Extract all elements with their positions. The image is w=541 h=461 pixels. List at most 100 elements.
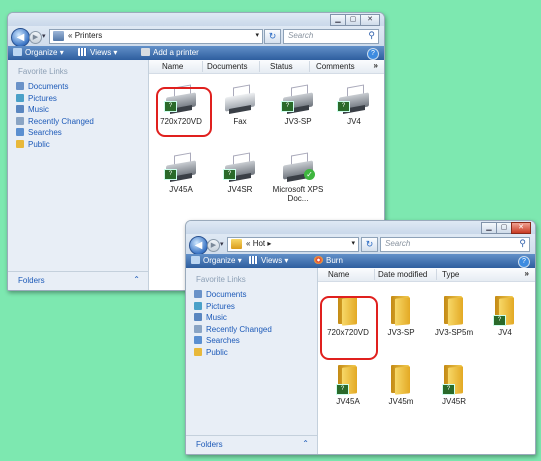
title-bar[interactable]: ▁ ▢ ✕: [186, 221, 535, 234]
refresh-button[interactable]: ↻: [264, 29, 281, 44]
folder-item-jv45a[interactable]: ? JV45A: [320, 365, 376, 406]
favorite-links-title: Favorite Links: [196, 275, 246, 284]
address-path[interactable]: Hot: [253, 239, 265, 248]
organize-button[interactable]: Organize ▾: [191, 256, 242, 265]
documents-icon: [16, 82, 24, 90]
printer-item-microsoft-xps[interactable]: ✓ Microsoft XPS Doc...: [270, 152, 326, 203]
printer-item-jv4[interactable]: ? JV4: [326, 84, 382, 126]
printer-item-jv3-sp[interactable]: ? JV3-SP: [270, 84, 326, 126]
address-dropdown-icon[interactable]: ▾: [351, 239, 355, 247]
forward-button[interactable]: ▶: [207, 239, 220, 252]
recent-pages-dropdown[interactable]: ▾: [42, 32, 46, 40]
folder-item-jv45m[interactable]: JV45m: [373, 365, 429, 406]
printer-item-jv45a[interactable]: ? JV45A: [153, 152, 209, 194]
favorite-link-searches[interactable]: Searches: [16, 127, 94, 138]
refresh-icon: ↻: [268, 31, 277, 41]
column-documents[interactable]: Documents: [207, 62, 247, 71]
column-separator: [259, 61, 260, 72]
favorite-link-documents[interactable]: Documents: [194, 289, 272, 300]
help-icon[interactable]: ?: [518, 256, 530, 268]
column-comments[interactable]: Comments: [316, 62, 355, 71]
folder-item-jv3-sp5m[interactable]: JV3-SP5m: [426, 296, 482, 337]
favorite-link-public[interactable]: Public: [194, 347, 272, 358]
favorite-link-public[interactable]: Public: [16, 139, 94, 150]
column-separator: [436, 269, 437, 280]
favorite-link-searches[interactable]: Searches: [194, 335, 272, 346]
search-box[interactable]: Search ⚲: [380, 237, 530, 252]
folder-item-jv3-sp[interactable]: JV3-SP: [373, 296, 429, 337]
favorite-link-documents[interactable]: Documents: [16, 81, 94, 92]
favorite-link-music[interactable]: Music: [194, 312, 272, 323]
back-button[interactable]: ◀: [189, 236, 208, 255]
organize-button[interactable]: Organize ▾: [13, 48, 64, 57]
folders-bar[interactable]: Folders ⌃: [8, 271, 148, 290]
item-label: JV3-SP5m: [434, 328, 474, 337]
breadcrumb-arrow-icon[interactable]: ▸: [267, 239, 271, 248]
forward-button[interactable]: ▶: [29, 31, 42, 44]
item-label: JV45m: [388, 397, 414, 406]
favorite-links-list: Documents Pictures Music Recently Change…: [16, 81, 94, 150]
address-dropdown-icon[interactable]: ▾: [255, 31, 259, 39]
printer-item-jv4sr[interactable]: ? JV4SR: [212, 152, 268, 194]
address-path[interactable]: Printers: [75, 31, 103, 40]
maximize-button[interactable]: ▢: [496, 222, 512, 234]
refresh-button[interactable]: ↻: [361, 237, 378, 252]
printer-icon: ?: [223, 152, 257, 183]
hot-folder-window: ▁ ▢ ✕ ◀ ▶ ▾ « Hot ▸ ▾ ↻ Search ⚲ Organiz…: [185, 220, 536, 455]
views-button[interactable]: Views ▾: [78, 48, 117, 57]
music-icon: [194, 313, 202, 321]
views-button[interactable]: Views ▾: [249, 256, 288, 265]
folder-item-jv4[interactable]: ? JV4: [477, 296, 533, 337]
favorite-link-pictures[interactable]: Pictures: [16, 93, 94, 104]
search-box[interactable]: Search ⚲: [283, 29, 379, 44]
column-name[interactable]: Name: [328, 270, 349, 279]
close-button[interactable]: ✕: [360, 14, 380, 26]
favorite-link-recently-changed[interactable]: Recently Changed: [16, 116, 94, 127]
minimize-button[interactable]: ▁: [330, 14, 346, 26]
more-columns-icon[interactable]: »: [525, 269, 529, 278]
address-bar[interactable]: « Hot ▸ ▾: [227, 237, 359, 252]
folder-item-jv45r[interactable]: ? JV45R: [426, 365, 482, 406]
maximize-button[interactable]: ▢: [345, 14, 361, 26]
help-icon[interactable]: ?: [367, 48, 379, 60]
favorite-link-music[interactable]: Music: [16, 104, 94, 115]
search-icon[interactable]: ⚲: [368, 30, 375, 41]
address-row: ◀ ▶ ▾ « Printers ▾ ↻ Search ⚲: [8, 26, 384, 47]
back-button[interactable]: ◀: [11, 28, 30, 47]
minimize-button[interactable]: ▁: [481, 222, 497, 234]
chevron-up-icon[interactable]: ⌃: [133, 275, 140, 284]
fax-icon: [223, 84, 257, 115]
forward-arrow-icon: ▶: [210, 242, 217, 249]
folders-bar[interactable]: Folders ⌃: [186, 435, 317, 454]
folder-icon: [389, 296, 413, 326]
close-button[interactable]: ✕: [511, 222, 531, 234]
column-separator: [374, 269, 375, 280]
address-prefix: «: [68, 31, 73, 40]
column-separator: [202, 61, 203, 72]
more-columns-icon[interactable]: »: [374, 61, 378, 70]
printer-badge: ?: [336, 384, 349, 395]
column-date-modified[interactable]: Date modified: [378, 270, 427, 279]
printer-item-fax[interactable]: Fax: [212, 84, 268, 126]
recently-changed-icon: [194, 324, 202, 333]
column-type[interactable]: Type: [442, 270, 459, 279]
item-label: JV4: [347, 117, 361, 126]
folder-icon: [231, 239, 242, 249]
column-status[interactable]: Status: [270, 62, 293, 71]
folders-label: Folders: [18, 276, 45, 285]
add-printer-button[interactable]: Add a printer: [141, 48, 199, 57]
chevron-up-icon[interactable]: ⌃: [302, 439, 309, 448]
search-icon[interactable]: ⚲: [519, 238, 526, 249]
recent-pages-dropdown[interactable]: ▾: [220, 240, 224, 248]
burn-button[interactable]: Burn: [314, 256, 343, 265]
column-name[interactable]: Name: [162, 62, 183, 71]
favorite-link-pictures[interactable]: Pictures: [194, 301, 272, 312]
favorite-link-recently-changed[interactable]: Recently Changed: [194, 324, 272, 335]
printer-badge: ?: [442, 384, 455, 395]
item-label: Fax: [233, 117, 247, 126]
item-label: JV3-SP: [387, 328, 415, 337]
printer-badge: ?: [493, 315, 506, 326]
column-separator: [309, 61, 310, 72]
title-bar[interactable]: ▁ ▢ ✕: [8, 13, 384, 26]
address-bar[interactable]: « Printers ▾: [49, 29, 263, 44]
